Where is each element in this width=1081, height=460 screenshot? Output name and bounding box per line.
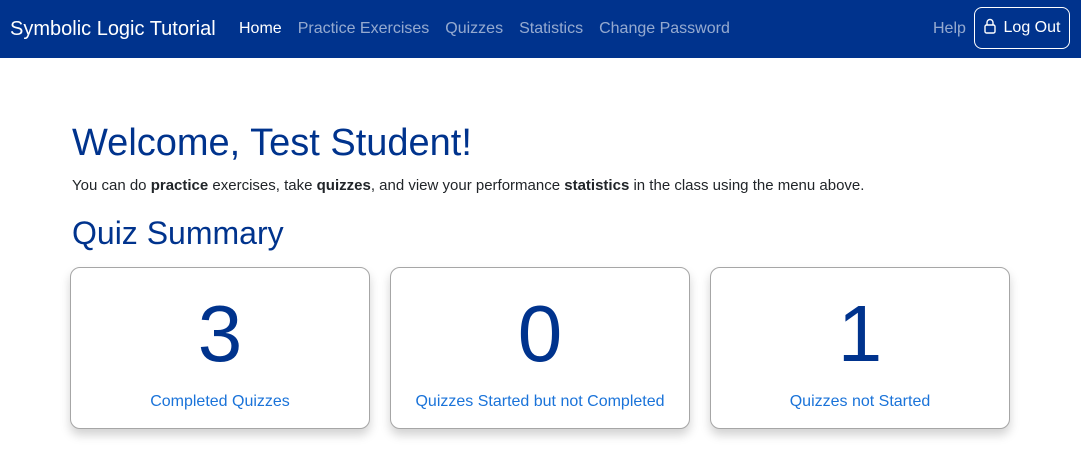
nav-home[interactable]: Home	[239, 19, 282, 39]
nav-links: Home Practice Exercises Quizzes Statisti…	[239, 19, 746, 39]
intro-text-part: You can do	[72, 177, 151, 194]
not-started-quizzes-count: 1	[837, 289, 883, 378]
top-navbar: Symbolic Logic Tutorial Home Practice Ex…	[0, 0, 1081, 58]
intro-text-part: , and view your performance	[370, 177, 565, 194]
logout-button[interactable]: Log Out	[974, 7, 1070, 49]
nav-change-password[interactable]: Change Password	[599, 19, 730, 39]
brand-link[interactable]: Symbolic Logic Tutorial	[10, 17, 216, 41]
completed-quizzes-card: 3 Completed Quizzes	[70, 267, 370, 429]
completed-quizzes-link[interactable]: Completed Quizzes	[71, 392, 369, 412]
nav-practice-exercises[interactable]: Practice Exercises	[298, 19, 430, 39]
intro-bold-quizzes: quizzes	[316, 177, 371, 194]
started-quizzes-link[interactable]: Quizzes Started but not Completed	[391, 392, 689, 412]
started-quizzes-card: 0 Quizzes Started but not Completed	[390, 267, 690, 429]
help-link[interactable]: Help	[933, 19, 966, 39]
not-started-quizzes-card: 1 Quizzes not Started	[710, 267, 1010, 429]
intro-text: You can do practice exercises, take quiz…	[72, 176, 864, 196]
intro-text-part: in the class using the menu above.	[629, 177, 865, 194]
started-quizzes-count: 0	[517, 289, 563, 378]
nav-statistics[interactable]: Statistics	[519, 19, 583, 39]
welcome-heading: Welcome, Test Student!	[72, 122, 472, 164]
intro-bold-practice: practice	[150, 177, 209, 194]
logout-label: Log Out	[1003, 19, 1061, 36]
completed-quizzes-count: 3	[197, 289, 243, 378]
nav-quizzes[interactable]: Quizzes	[445, 19, 503, 39]
lock-icon	[983, 18, 996, 34]
quiz-summary-heading: Quiz Summary	[72, 215, 284, 251]
intro-bold-statistics: statistics	[564, 177, 630, 194]
not-started-quizzes-link[interactable]: Quizzes not Started	[711, 392, 1009, 412]
intro-text-part: exercises, take	[208, 177, 317, 194]
